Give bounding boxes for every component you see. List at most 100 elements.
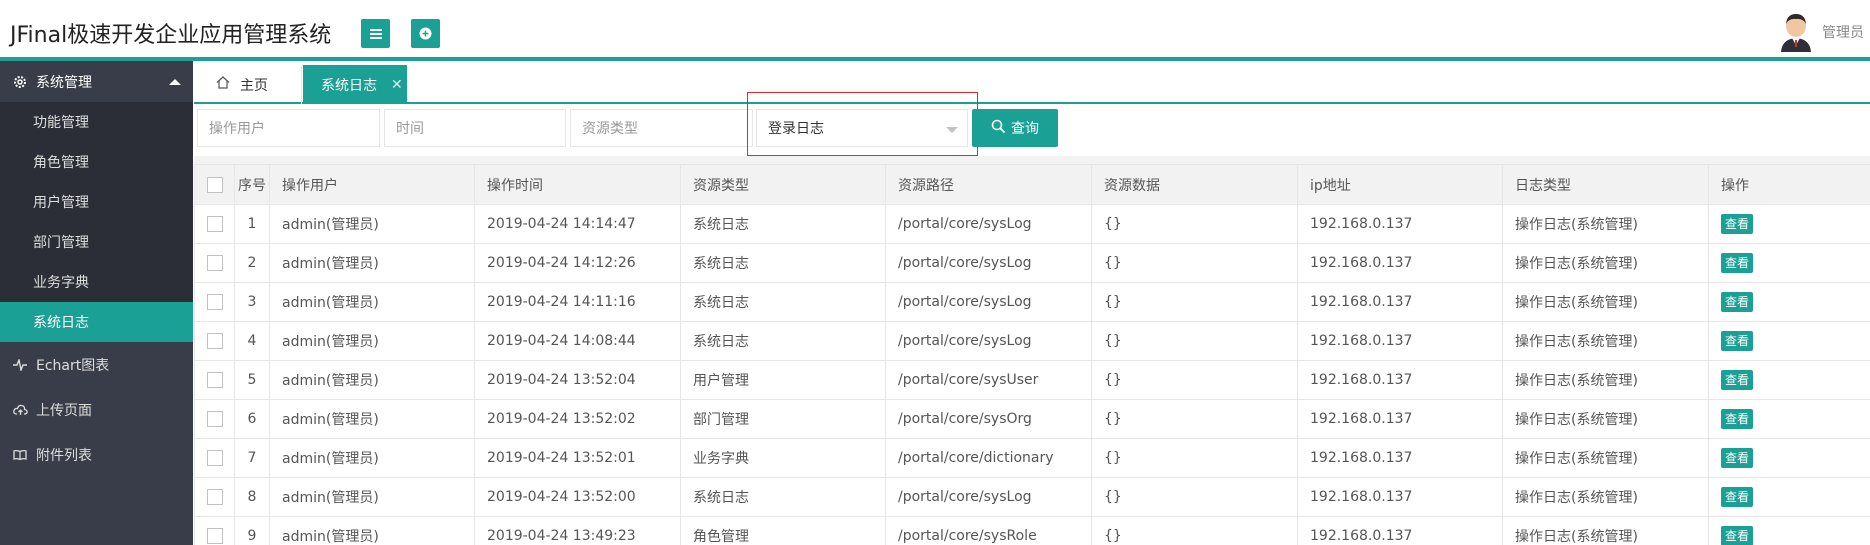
table-cell: /portal/core/dictionary	[885, 438, 1092, 478]
view-button[interactable]: 查看	[1721, 253, 1754, 273]
table-row: 7 admin(管理员) 2019-04-24 13:52:01 业务字典/porta…	[194, 438, 1870, 478]
table-cell: 用户管理	[680, 360, 886, 400]
log-table: 序号 操作用户 操作时间 资源类型 资源路径 资源数据 ip地址 日志类型 操作…	[194, 156, 1870, 545]
row-checkbox[interactable]	[206, 216, 223, 232]
table-cell: 1	[234, 204, 270, 244]
view-button[interactable]: 查看	[1721, 214, 1754, 234]
sidebar-item-departments[interactable]: 部门管理	[0, 222, 193, 262]
sidebar-item-system-log[interactable]: 系统日志	[0, 302, 193, 342]
view-button[interactable]: 查看	[1721, 448, 1754, 468]
table-cell: /portal/core/sysLog	[885, 243, 1092, 283]
table-cell: 2019-04-24 13:52:04	[474, 360, 681, 400]
cloud-upload-icon	[12, 402, 28, 418]
operator-user-input[interactable]: 操作用户	[197, 109, 380, 147]
table-cell: 192.168.0.137	[1297, 477, 1503, 517]
table-cell: admin(管理员)	[269, 516, 475, 545]
table-cell: 192.168.0.137	[1297, 204, 1503, 244]
sidebar-item-functions[interactable]: 功能管理	[0, 102, 193, 142]
row-checkbox[interactable]	[206, 489, 223, 505]
sidebar-item-label: 上传页面	[36, 402, 92, 419]
resource-type-input[interactable]: 资源类型	[570, 109, 753, 147]
table-cell: 192.168.0.137	[1297, 516, 1503, 545]
table-cell: 2019-04-24 14:14:47	[474, 204, 681, 244]
query-button[interactable]: 查询	[972, 109, 1058, 147]
table-cell: {}	[1091, 477, 1298, 517]
table-row: 1 admin(管理员) 2019-04-24 14:14:47 系统日志/porta…	[194, 204, 1870, 244]
user-menu[interactable]: 管理员	[1778, 12, 1864, 52]
column-header: 资源数据	[1091, 164, 1298, 205]
table-row: 2 admin(管理员) 2019-04-24 14:12:26 系统日志/porta…	[194, 243, 1870, 283]
table-row: 5 admin(管理员) 2019-04-24 13:52:04 用户管理/porta…	[194, 360, 1870, 400]
row-checkbox[interactable]	[206, 411, 223, 427]
table-cell: 操作日志(系统管理)	[1502, 438, 1709, 478]
menu-toggle-button[interactable]	[361, 19, 390, 48]
sidebar-group-system[interactable]: 系统管理	[0, 61, 193, 102]
sidebar-item-roles[interactable]: 角色管理	[0, 142, 193, 182]
row-checkbox[interactable]	[206, 255, 223, 271]
table-cell: admin(管理员)	[269, 399, 475, 439]
table-cell: 3	[234, 282, 270, 322]
row-checkbox[interactable]	[206, 294, 223, 310]
row-checkbox[interactable]	[206, 450, 223, 466]
close-icon[interactable]: ✕	[391, 77, 403, 93]
tab-system-log[interactable]: 系统日志 ✕	[303, 65, 407, 104]
table-cell: 角色管理	[680, 516, 886, 545]
select-all-checkbox[interactable]	[206, 176, 223, 193]
table-cell: admin(管理员)	[269, 477, 475, 517]
add-tab-button[interactable]	[411, 19, 440, 48]
table-cell: {}	[1091, 243, 1298, 283]
tab-label: 系统日志	[321, 77, 377, 94]
view-button[interactable]: 查看	[1721, 526, 1754, 545]
sidebar-group-label: 系统管理	[36, 74, 92, 91]
table-cell: 系统日志	[680, 477, 886, 517]
table-cell: 2	[234, 243, 270, 283]
row-checkbox[interactable]	[206, 333, 223, 349]
sidebar-item-label: 附件列表	[36, 447, 92, 464]
table-cell: /portal/core/sysLog	[885, 477, 1092, 517]
table-cell: admin(管理员)	[269, 204, 475, 244]
table-cell: 操作日志(系统管理)	[1502, 360, 1709, 400]
view-button[interactable]: 查看	[1721, 292, 1754, 312]
table-cell: 操作日志(系统管理)	[1502, 477, 1709, 517]
app-title: JFinal极速开发企业应用管理系统	[10, 23, 332, 48]
main-content: 主页 系统日志 ✕ 操作用户 时间 资源类型 登录日志 查询 序号 操作用户 操…	[194, 61, 1870, 545]
home-icon	[216, 76, 230, 93]
search-icon	[991, 119, 1006, 138]
tab-home[interactable]: 主页	[194, 65, 302, 104]
sidebar-item-dictionary[interactable]: 业务字典	[0, 262, 193, 302]
sidebar-item-upload[interactable]: 上传页面	[0, 387, 193, 432]
table-cell: 系统日志	[680, 243, 886, 283]
table-cell: admin(管理员)	[269, 438, 475, 478]
sidebar-item-echart[interactable]: Echart图表	[0, 342, 193, 387]
query-label: 查询	[1011, 121, 1039, 137]
view-button[interactable]: 查看	[1721, 370, 1754, 390]
table-row: 4 admin(管理员) 2019-04-24 14:08:44 系统日志/porta…	[194, 321, 1870, 361]
view-button[interactable]: 查看	[1721, 331, 1754, 351]
table-cell: 192.168.0.137	[1297, 243, 1503, 283]
sidebar-item-users[interactable]: 用户管理	[0, 182, 193, 222]
row-checkbox[interactable]	[206, 372, 223, 388]
sidebar-submenu: 功能管理 角色管理 用户管理 部门管理 业务字典 系统日志	[0, 102, 193, 342]
row-checkbox[interactable]	[206, 528, 223, 544]
table-row: 8 admin(管理员) 2019-04-24 13:52:00 系统日志/porta…	[194, 477, 1870, 517]
user-name: 管理员	[1822, 25, 1864, 41]
table-cell: 2019-04-24 13:52:00	[474, 477, 681, 517]
table-cell: 192.168.0.137	[1297, 321, 1503, 361]
table-cell: 操作日志(系统管理)	[1502, 321, 1709, 361]
sidebar-item-attachments[interactable]: 附件列表	[0, 432, 193, 477]
table-cell: 2019-04-24 13:52:01	[474, 438, 681, 478]
table-cell: 系统日志	[680, 282, 886, 322]
table-cell: 操作日志(系统管理)	[1502, 243, 1709, 283]
table-cell: 2019-04-24 14:12:26	[474, 243, 681, 283]
tab-bar: 主页 系统日志 ✕	[194, 61, 1870, 104]
table-cell: {}	[1091, 360, 1298, 400]
time-input[interactable]: 时间	[384, 109, 566, 147]
table-cell: 192.168.0.137	[1297, 438, 1503, 478]
view-button[interactable]: 查看	[1721, 409, 1754, 429]
table-cell: /portal/core/sysLog	[885, 204, 1092, 244]
sidebar: 系统管理 功能管理 角色管理 用户管理 部门管理 业务字典 系统日志 Echar…	[0, 61, 193, 545]
view-button[interactable]: 查看	[1721, 487, 1754, 507]
table-cell: 操作日志(系统管理)	[1502, 516, 1709, 545]
book-icon	[12, 447, 28, 463]
filter-bar: 操作用户 时间 资源类型 登录日志 查询	[194, 92, 1870, 156]
